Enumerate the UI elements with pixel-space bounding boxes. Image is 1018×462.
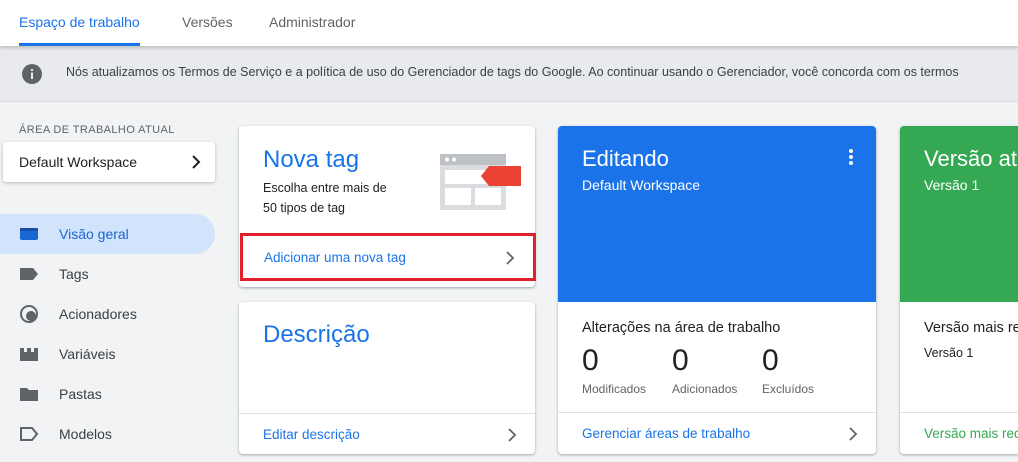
tag-illustration-icon <box>440 154 521 210</box>
sidebar-item-label: Pastas <box>59 386 102 402</box>
version-subtitle: Versão 1 <box>924 177 980 193</box>
tab-versions[interactable]: Versões <box>182 0 233 46</box>
sidebar-item-label: Modelos <box>59 426 112 442</box>
sidebar-item-triggers[interactable]: Acionadores <box>0 294 215 334</box>
notice-text: Nós atualizamos os Termos de Serviço e a… <box>66 65 959 79</box>
version-title: Versão ativa <box>924 146 1018 171</box>
new-tag-description-line2: 50 tipos de tag <box>263 201 346 215</box>
chevron-right-icon <box>508 428 517 442</box>
edit-description-link[interactable]: Editar descrição <box>239 413 535 454</box>
folder-icon <box>20 388 38 401</box>
editing-workspace-name: Default Workspace <box>582 177 701 193</box>
current-workspace-label: ÁREA DE TRABALHO ATUAL <box>19 124 175 136</box>
manage-workspaces-label: Gerenciar áreas de trabalho <box>582 426 751 441</box>
edit-description-label: Editar descrição <box>263 427 360 442</box>
modified-counter: 0 Modificados <box>582 344 646 396</box>
chevron-right-icon <box>506 251 515 265</box>
latest-version-label: Versão mais recente <box>924 320 1018 336</box>
new-tag-description-line1: Escolha entre mais de <box>263 181 387 195</box>
add-new-tag-label: Adicionar uma nova tag <box>264 250 406 265</box>
workspace-name: Default Workspace <box>19 154 138 170</box>
tab-workspace[interactable]: Espaço de trabalho <box>19 0 140 46</box>
sidebar-item-tags[interactable]: Tags <box>0 254 215 294</box>
workspace-changes-label: Alterações na área de trabalho <box>582 320 781 336</box>
editing-card: Editando Default Workspace Alterações na… <box>558 126 876 454</box>
version-card: Versão ativa Versão 1 Versão mais recent… <box>900 126 1018 454</box>
deleted-count: 0 <box>762 344 779 377</box>
manage-workspaces-link[interactable]: Gerenciar áreas de trabalho <box>558 412 876 454</box>
chevron-right-icon <box>192 155 201 169</box>
editing-title: Editando <box>582 146 669 171</box>
terms-notice-bar: Nós atualizamos os Termos de Serviço e a… <box>0 46 1018 102</box>
new-tag-title: Nova tag <box>263 146 360 173</box>
sidebar-item-overview[interactable]: Visão geral <box>0 214 215 254</box>
deleted-label: Excluídos <box>762 382 815 396</box>
sidebar-item-variables[interactable]: Variáveis <box>0 334 215 374</box>
overview-icon <box>20 228 38 240</box>
sidebar-item-label: Tags <box>59 266 89 282</box>
added-counter: 0 Adicionados <box>672 344 737 396</box>
trigger-icon <box>20 305 38 323</box>
modified-count: 0 <box>582 344 599 377</box>
sidebar-item-folders[interactable]: Pastas <box>0 374 215 414</box>
latest-version-link[interactable]: Versão mais recente <box>900 412 1018 454</box>
description-card: Descrição Editar descrição <box>239 302 535 454</box>
variables-icon <box>20 348 38 361</box>
templates-icon <box>20 427 39 441</box>
sidebar-item-label: Variáveis <box>59 346 116 362</box>
editing-header: Editando Default Workspace <box>558 126 876 302</box>
deleted-counter: 0 Excluídos <box>762 344 814 396</box>
description-title: Descrição <box>263 321 370 348</box>
latest-version-link-label: Versão mais recente <box>924 426 1018 441</box>
latest-version-value: Versão 1 <box>924 346 974 360</box>
more-vert-icon[interactable] <box>848 148 854 166</box>
added-label: Adicionados <box>672 382 738 396</box>
added-count: 0 <box>672 344 689 377</box>
modified-label: Modificados <box>582 382 647 396</box>
sidebar-item-label: Visão geral <box>59 226 129 242</box>
add-new-tag-link[interactable]: Adicionar uma nova tag <box>240 233 536 281</box>
tab-admin[interactable]: Administrador <box>269 0 355 46</box>
version-header: Versão ativa Versão 1 <box>900 126 1018 302</box>
sidebar-item-templates[interactable]: Modelos <box>0 414 215 454</box>
tag-icon <box>20 268 38 280</box>
info-icon <box>22 64 42 84</box>
top-navigation: Espaço de trabalho Versões Administrador <box>0 0 1018 46</box>
sidebar-item-label: Acionadores <box>59 306 137 322</box>
workspace-selector[interactable]: Default Workspace <box>3 142 215 182</box>
chevron-right-icon <box>849 427 858 441</box>
